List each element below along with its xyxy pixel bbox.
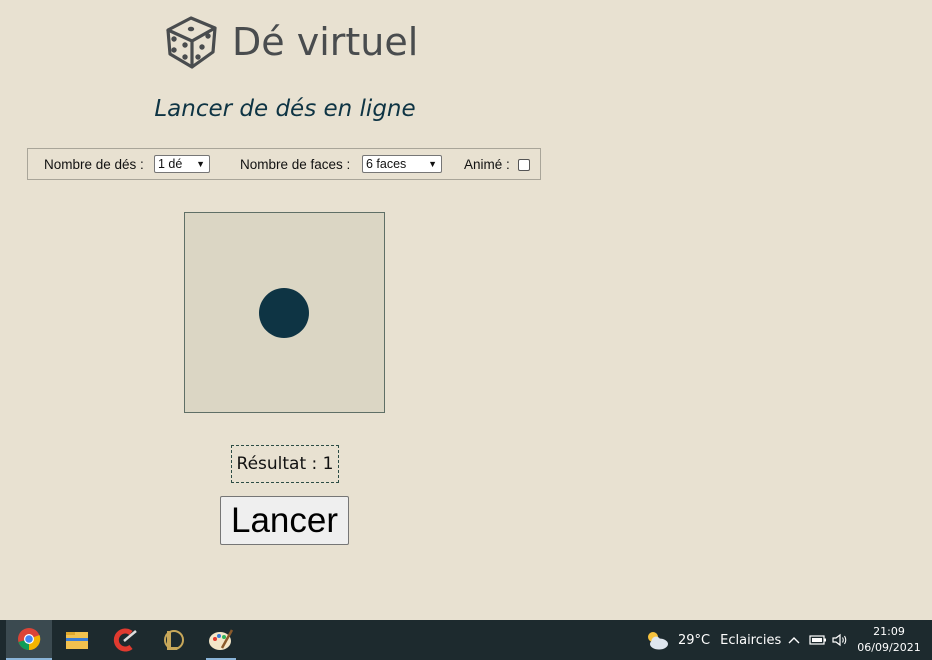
faces-label: Nombre de faces : xyxy=(240,157,351,172)
animated-checkbox[interactable] xyxy=(518,159,530,171)
faces-value: 6 faces xyxy=(366,157,407,171)
weather-temperature: 29°C xyxy=(678,632,711,648)
taskbar-app-explorer[interactable] xyxy=(54,620,100,660)
taskbar: 29°C Eclaircies 21:09 06/09/2021 xyxy=(0,620,932,660)
page: Dé virtuel Lancer de dés en ligne Nombre… xyxy=(0,0,932,660)
paint-icon xyxy=(209,629,234,650)
weather-widget[interactable]: 29°C Eclaircies xyxy=(644,620,781,660)
weather-description: Eclaircies xyxy=(720,632,782,648)
taskbar-app-chrome[interactable] xyxy=(6,620,52,660)
header: Dé virtuel xyxy=(164,14,418,70)
dice-count-label: Nombre de dés : xyxy=(44,157,144,172)
faces-select[interactable]: 6 faces ▼ xyxy=(362,155,442,173)
clock-date: 06/09/2021 xyxy=(857,641,921,654)
options-bar: Nombre de dés : 1 dé ▼ Nombre de faces :… xyxy=(27,148,541,180)
volume-icon[interactable] xyxy=(830,630,850,650)
taskbar-app-ccleaner[interactable] xyxy=(102,620,148,660)
roll-button[interactable]: Lancer xyxy=(220,496,349,545)
dice-count-value: 1 dé xyxy=(158,157,183,171)
chevron-down-icon: ▼ xyxy=(196,159,205,169)
chrome-icon xyxy=(18,628,41,651)
battery-icon[interactable] xyxy=(808,630,828,650)
partly-cloudy-icon xyxy=(648,632,668,650)
ccleaner-icon xyxy=(113,628,137,652)
page-title: Dé virtuel xyxy=(232,20,419,64)
league-of-legends-icon xyxy=(164,630,184,650)
die-pip xyxy=(259,288,309,338)
taskbar-app-league[interactable] xyxy=(150,620,196,660)
taskbar-app-paint[interactable] xyxy=(198,620,244,660)
clock-time: 21:09 xyxy=(873,625,905,638)
chevron-down-icon: ▼ xyxy=(428,159,437,169)
chevron-up-icon[interactable] xyxy=(784,630,804,650)
taskbar-clock[interactable]: 21:09 06/09/2021 xyxy=(852,624,926,656)
page-subtitle: Lancer de dés en ligne xyxy=(154,96,416,122)
animated-label: Animé : xyxy=(464,157,510,172)
die-face xyxy=(184,212,385,413)
file-explorer-icon xyxy=(66,632,88,649)
dice-icon xyxy=(166,16,217,69)
dice-count-select[interactable]: 1 dé ▼ xyxy=(154,155,210,173)
result-display: Résultat : 1 xyxy=(231,445,339,483)
